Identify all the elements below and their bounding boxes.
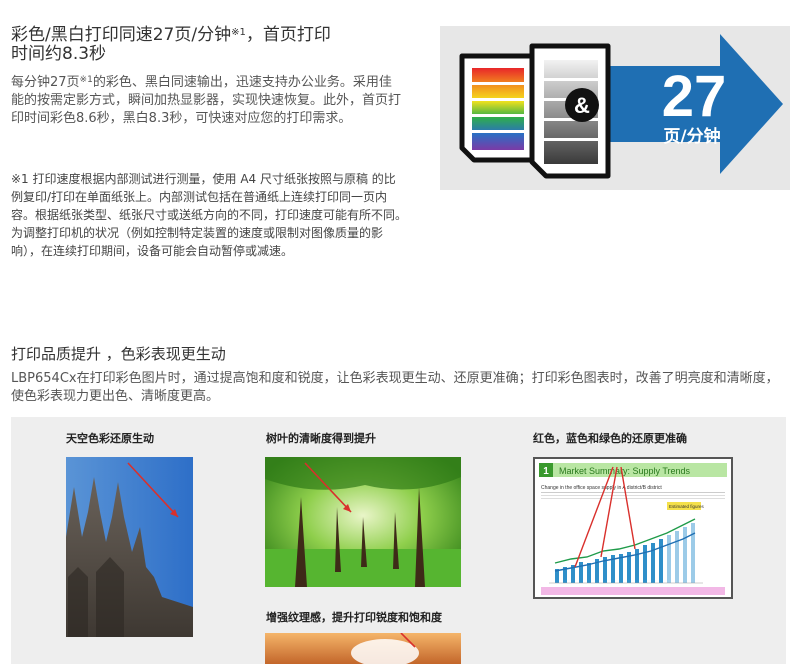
speed-illustration: & 27 页/分钟 (459, 34, 783, 179)
texture-photo (265, 633, 461, 664)
footnote-mark: ※1 (79, 75, 93, 85)
chart-legend-box: Estimated figures (669, 504, 705, 509)
chart-subtitle: Change in the office space supply in A d… (541, 485, 662, 491)
chart-bars (555, 523, 695, 583)
chart-badge: 1 (543, 466, 549, 477)
speed-heading: 彩色/黑白打印同速27页/分钟※1，首页打印 时间约8.3秒 (11, 26, 411, 64)
forest-photo (265, 457, 461, 587)
caption-sky: 天空色彩还原生动 (66, 432, 154, 445)
speed-graphic: & 27 页/分钟 (440, 26, 790, 190)
print-sample-panel: 天空色彩还原生动 树叶的清晰度得到提升 增强纹理感，提升打印锐度和饱和度 红色，… (11, 417, 786, 664)
color-page-icon (459, 53, 535, 163)
sky-cathedral-photo (66, 457, 193, 637)
caption-texture: 增强纹理感，提升打印锐度和饱和度 (266, 611, 442, 624)
chart-printout: 1 Market Summary: Supply Trends Change i… (533, 457, 733, 599)
speed-unit: 页/分钟 (663, 126, 720, 147)
footnote-mark: ※1 (231, 27, 246, 38)
speed-heading-line2: 时间约8.3秒 (11, 44, 107, 64)
speed-description: 每分钟27页※1的彩色、黑白同速输出，迅速支持办公业务。采用佳能的按需定影方式，… (11, 75, 402, 126)
speed-number: 27 (662, 64, 727, 129)
caption-leaves: 树叶的清晰度得到提升 (266, 432, 376, 445)
speed-footnote: ※1 打印速度根据内部测试进行测量，使用 A4 尺寸纸张按照与原稿 的比例复印/… (11, 172, 408, 258)
quality-description: LBP654Cx在打印彩色图片时，通过提高饱和度和锐度，让色彩表现更生动、还原更… (11, 371, 779, 404)
chart-title: Market Summary: Supply Trends (559, 466, 691, 476)
ampersand-glyph: & (574, 93, 590, 118)
speed-heading-line1: 彩色/黑白打印同速27页/分钟※1，首页打印 (11, 25, 331, 45)
caption-chart: 红色，蓝色和绿色的还原更准确 (533, 432, 687, 445)
quality-heading: 打印品质提升 ，色彩表现更生动 (11, 345, 226, 363)
